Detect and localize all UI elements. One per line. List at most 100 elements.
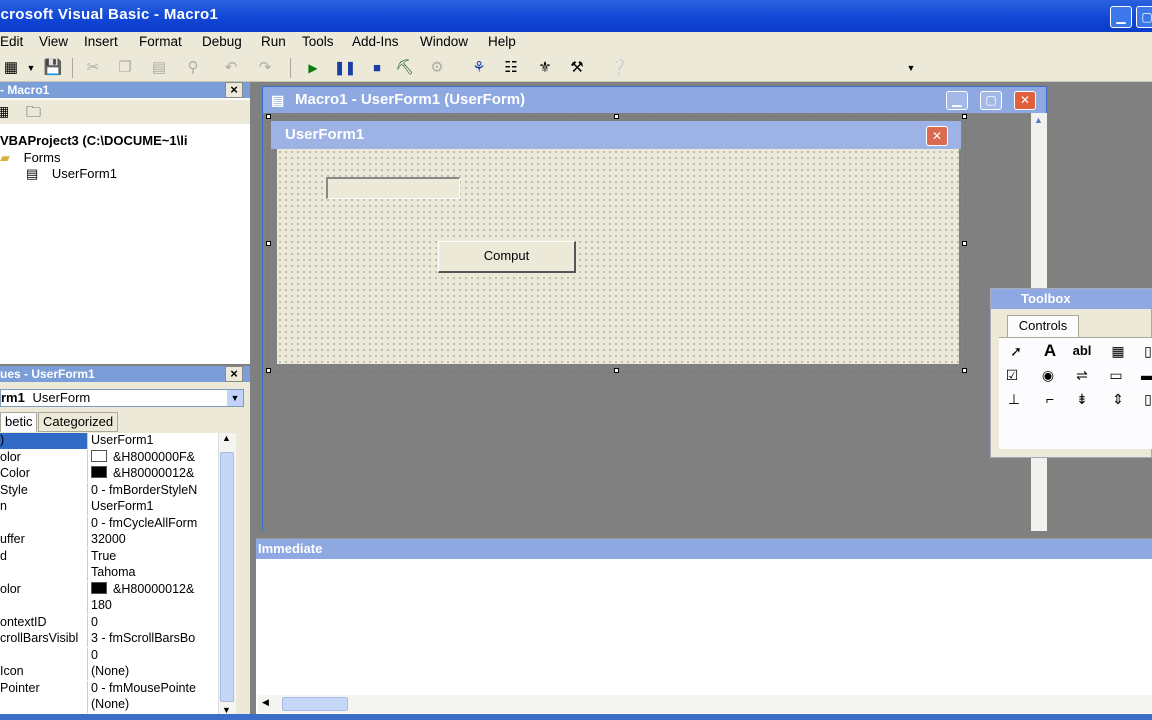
property-value[interactable]: True: [91, 549, 215, 565]
help-icon[interactable]: ❔: [608, 57, 630, 79]
menu-format[interactable]: Format: [139, 34, 182, 49]
property-row[interactable]: Color &H80000012&: [0, 466, 236, 483]
object-browser-icon[interactable]: ⚜: [534, 57, 556, 79]
property-value[interactable]: (None): [91, 697, 215, 713]
property-row[interactable]: (None): [0, 697, 236, 714]
frame-tool-icon[interactable]: ▭: [1103, 364, 1129, 386]
project-explorer-icon[interactable]: ⚘: [468, 57, 490, 79]
property-value[interactable]: 0 - fmBorderStyleN: [91, 483, 215, 499]
property-row[interactable]: ontextID 0: [0, 614, 236, 632]
immediate-scroll-thumb[interactable]: [282, 697, 348, 711]
property-row[interactable]: n UserForm1: [0, 499, 236, 516]
properties-close-button[interactable]: ×: [225, 366, 243, 382]
scroll-up-icon[interactable]: ▲: [222, 433, 231, 443]
property-row[interactable]: Tahoma: [0, 565, 236, 582]
designer-minimize-button[interactable]: ▁: [946, 91, 968, 110]
immediate-window[interactable]: Immediate ◀: [256, 538, 1152, 720]
textbox-control[interactable]: [326, 177, 460, 199]
paste-icon[interactable]: ▤: [148, 57, 170, 79]
menu-edit[interactable]: Edit: [0, 34, 23, 49]
designer-maximize-button[interactable]: ▢: [980, 91, 1002, 110]
resize-handle[interactable]: [266, 368, 271, 373]
find-icon[interactable]: ⚲: [182, 57, 204, 79]
toolbox-icon[interactable]: ⚒: [566, 57, 588, 79]
tab-alphabetic[interactable]: betic: [0, 412, 38, 432]
save-icon[interactable]: 💾: [42, 57, 64, 79]
toolbar-options-icon[interactable]: ▼: [900, 57, 922, 79]
project-close-button[interactable]: ×: [225, 82, 243, 98]
tab-categorized[interactable]: Categorized: [38, 412, 119, 432]
properties-window-icon[interactable]: ☷: [500, 57, 522, 79]
spinbutton-tool-icon[interactable]: ⇕: [1105, 388, 1131, 410]
designer-close-button[interactable]: ✕: [1014, 91, 1036, 110]
property-value[interactable]: 0 - fmCycleAllForm: [91, 516, 215, 532]
resize-handle[interactable]: [266, 114, 271, 119]
image-tool-icon[interactable]: ▯: [1135, 388, 1152, 410]
property-value[interactable]: 0: [91, 648, 215, 664]
property-value[interactable]: 0: [91, 615, 215, 631]
property-row[interactable]: olor &H8000000F&: [0, 449, 236, 467]
tree-project-root[interactable]: VBAProject3 (C:\DOCUME~1\li: [0, 133, 187, 148]
property-row[interactable]: Style 0 - fmBorderStyleN: [0, 482, 236, 500]
property-value[interactable]: &H80000012&: [91, 466, 215, 482]
checkbox-tool-icon[interactable]: ☑: [999, 364, 1025, 386]
minimize-button[interactable]: ▁: [1110, 6, 1132, 28]
menu-debug[interactable]: Debug: [202, 34, 242, 49]
chevron-down-icon[interactable]: ▼: [227, 390, 243, 406]
tabstrip-tool-icon[interactable]: ⊥: [1001, 388, 1027, 410]
select-objects-icon[interactable]: ➚: [1003, 340, 1029, 362]
property-row[interactable]: ) UserForm1: [0, 433, 236, 450]
menu-run[interactable]: Run: [261, 34, 286, 49]
property-value[interactable]: 32000: [91, 532, 215, 548]
userform-frame[interactable]: UserForm1 ✕ Comput: [266, 114, 967, 373]
tab-controls[interactable]: Controls: [1007, 315, 1079, 337]
textbox-tool-icon[interactable]: abl: [1069, 340, 1095, 362]
object-selector[interactable]: rm1 UserForm ▼: [0, 389, 244, 407]
scrollbar-tool-icon[interactable]: ⇟: [1069, 388, 1095, 410]
compute-button[interactable]: Comput: [438, 241, 576, 273]
label-tool-icon[interactable]: A: [1037, 340, 1063, 362]
property-row[interactable]: crollBarsVisibl 3 - fmScrollBarsBo: [0, 631, 236, 648]
design-mode-icon[interactable]: ⛏: [394, 57, 416, 79]
menu-add-ins[interactable]: Add-Ins: [352, 34, 399, 49]
property-row[interactable]: d True: [0, 548, 236, 566]
resize-handle[interactable]: [614, 114, 619, 119]
multipage-tool-icon[interactable]: ⌐: [1037, 388, 1063, 410]
immediate-scrollbar[interactable]: ◀: [258, 695, 1152, 713]
toggle-button-tool-icon[interactable]: ⇌: [1069, 364, 1095, 386]
resize-handle[interactable]: [962, 241, 967, 246]
resize-handle[interactable]: [962, 114, 967, 119]
copy-icon[interactable]: ❐: [114, 57, 136, 79]
listbox-tool-icon[interactable]: ▯: [1135, 340, 1152, 362]
tree-userform1[interactable]: ▤ UserForm1: [26, 166, 117, 182]
property-value[interactable]: UserForm1: [91, 433, 215, 449]
break-icon[interactable]: ❚❚: [334, 57, 356, 79]
scroll-up-icon[interactable]: ▲: [1034, 115, 1043, 125]
property-value[interactable]: 180: [91, 598, 215, 614]
property-value[interactable]: UserForm1: [91, 499, 215, 515]
property-value[interactable]: &H80000012&: [91, 581, 215, 598]
property-value[interactable]: &H8000000F&: [91, 449, 215, 466]
reset-icon[interactable]: ■: [366, 57, 388, 79]
menu-view[interactable]: View: [39, 34, 68, 49]
menu-insert[interactable]: Insert: [84, 34, 118, 49]
property-scroll-thumb[interactable]: [220, 452, 234, 702]
command-button-tool-icon[interactable]: ▬: [1135, 364, 1152, 386]
property-row[interactable]: 0: [0, 647, 236, 665]
menu-window[interactable]: Window: [420, 34, 468, 49]
redo-icon[interactable]: ↷: [254, 57, 276, 79]
tree-forms-folder[interactable]: ▰ Forms: [0, 150, 60, 166]
toggle-folders-icon[interactable]: 🗀: [26, 102, 41, 127]
userform-close-button[interactable]: ✕: [926, 126, 948, 146]
property-value[interactable]: (None): [91, 664, 215, 680]
cut-icon[interactable]: ✂: [82, 57, 104, 79]
menu-help[interactable]: Help: [488, 34, 516, 49]
view-code-icon[interactable]: ▦: [0, 103, 9, 120]
run-icon[interactable]: ▶: [302, 57, 324, 79]
resize-handle[interactable]: [962, 368, 967, 373]
combobox-tool-icon[interactable]: ▦: [1105, 340, 1131, 362]
property-value[interactable]: 3 - fmScrollBarsBo: [91, 631, 215, 647]
property-row[interactable]: olor &H80000012&: [0, 581, 236, 599]
resize-handle[interactable]: [266, 241, 271, 246]
resize-handle[interactable]: [614, 368, 619, 373]
